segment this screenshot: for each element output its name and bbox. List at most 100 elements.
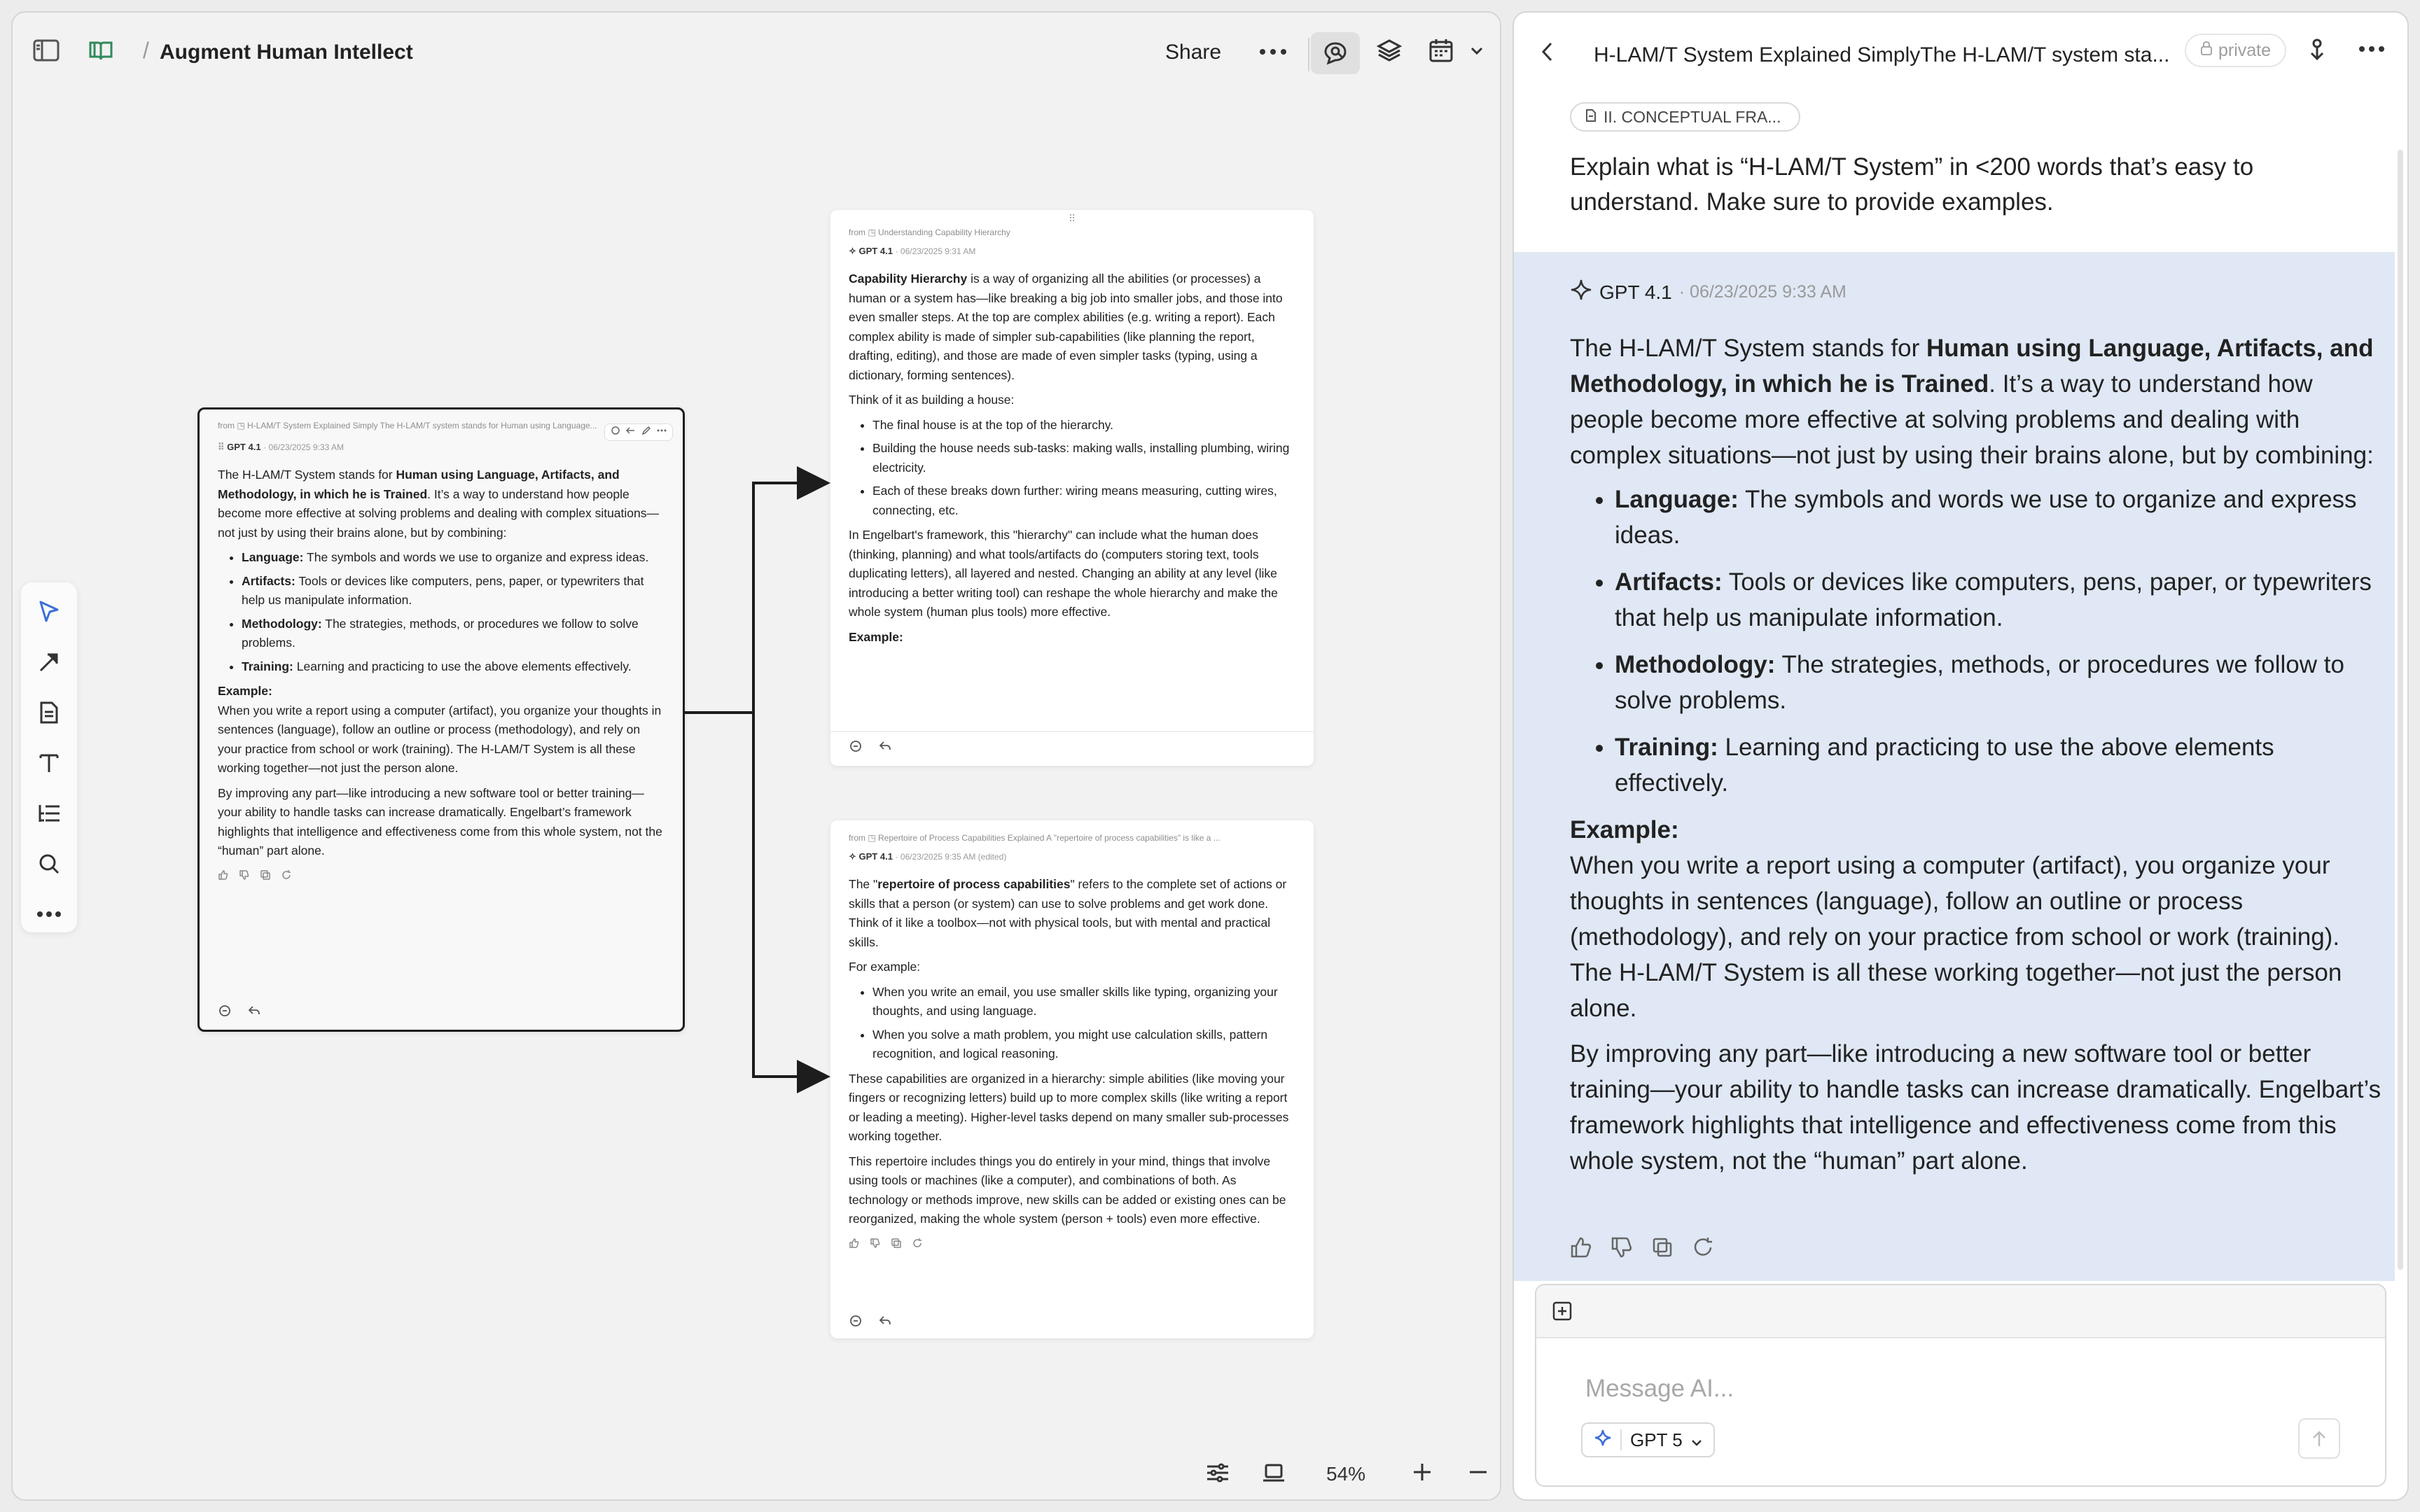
comment-icon[interactable] [218,1004,232,1021]
reply-icon[interactable] [247,1004,261,1021]
example-heading: Example: [849,629,903,644]
card-toolbar [604,424,673,441]
context-chip[interactable]: II. CONCEPTUAL FRA... [1570,102,1801,132]
ai-response-body: The H-LAM/T System stands for Human usin… [1570,330,2388,1179]
divider [1620,1429,1622,1450]
comment-icon[interactable] [849,739,863,757]
example-text: When you write a report using a computer… [218,703,662,776]
plus-icon[interactable] [1412,1462,1433,1486]
message-composer: Message AI... GPT 5 [1535,1284,2386,1487]
zoom-level[interactable]: 54% [1326,1463,1365,1485]
connector-to-repertoire[interactable] [752,713,830,1093]
card-footer [849,739,892,757]
card-intro: The H-LAM/T System stands for Human usin… [218,468,659,540]
card-text: For example: [849,960,921,974]
sparkle-icon [1570,279,1592,306]
card-source[interactable]: from ◳ H-LAM/T System Explained Simply T… [218,421,665,430]
timestamp: · 06/23/2025 9:35 AM (edited) [895,852,1007,862]
chat-title[interactable]: H-LAM/T System Explained SimplyThe H-LAM… [1594,43,2175,67]
copy-icon[interactable] [260,869,271,884]
chat-panel: H-LAM/T System Explained SimplyThe H-LAM… [1512,11,2409,1501]
sparkle-icon: ✧ [849,851,859,862]
card-list: When you write an email, you use smaller… [872,983,1295,1064]
composer-toolbar [1536,1285,2385,1338]
edit-icon[interactable] [641,426,651,439]
model-select[interactable]: GPT 5 [1581,1422,1715,1457]
list-item: When you write an email, you use smaller… [872,983,1295,1021]
thumbs-up-icon[interactable] [1570,1236,1592,1262]
card-meta: ✧ GPT 4.1 · 06/23/2025 9:31 AM [849,246,1295,257]
list-item: Artifacts: Tools or devices like compute… [242,572,665,610]
sliders-icon[interactable] [1206,1462,1230,1488]
list-item: Training: Learning and practicing to use… [1615,729,2388,801]
card-repertoire[interactable]: from ◳ Repertoire of Process Capabilitie… [830,820,1314,1338]
list-item: Language: The symbols and words we use t… [1615,482,2388,553]
card-meta: ✧ GPT 4.1 · 06/23/2025 9:35 AM (edited) [849,851,1295,862]
card-footer [218,1004,261,1021]
copy-icon[interactable] [1651,1236,1674,1262]
example-heading: Example: [218,684,272,698]
thumbs-up-icon[interactable] [218,869,229,884]
reply-icon[interactable] [878,1314,892,1331]
divider [830,731,1314,732]
card-source[interactable]: from ◳ Repertoire of Process Capabilitie… [849,833,1295,843]
card-footer [849,1314,892,1331]
ai-meta: GPT 4.1 · 06/23/2025 9:33 AM [1570,279,1847,306]
ai-response: GPT 4.1 · 06/23/2025 9:33 AM The H-LAM/T… [1514,252,2395,1281]
connector-to-capability[interactable] [683,466,830,714]
refresh-icon[interactable] [281,869,292,884]
thumbs-down-icon[interactable] [239,869,250,884]
card-hlamt[interactable]: from ◳ H-LAM/T System Explained Simply T… [197,407,685,1032]
card-text: Think of it as building a house: [849,393,1015,407]
add-context-icon[interactable] [1552,1301,1573,1325]
refresh-icon[interactable] [1692,1236,1714,1262]
comment-icon[interactable] [849,1314,863,1331]
minus-icon[interactable] [1468,1462,1489,1486]
reaction-bar [218,869,665,884]
laptop-icon[interactable] [1262,1462,1286,1488]
list-item: Methodology: The strategies, methods, or… [1615,647,2388,718]
card-intro: The "repertoire of process capabilities"… [849,877,1287,949]
zoom-controls: 54% [1189,1452,1497,1491]
example-text: When you write a report using a computer… [1570,852,2342,1022]
thumbs-down-icon[interactable] [1611,1236,1633,1262]
card-list: Language: The symbols and words we use t… [242,548,665,676]
drag-handle-icon[interactable]: ⠿ [849,213,1295,225]
message-input[interactable]: Message AI... [1585,1375,1734,1403]
card-source[interactable]: from ◳ Understanding Capability Hierarch… [849,227,1295,237]
share-icon[interactable] [2307,35,2328,66]
reaction-bar [849,1238,1295,1252]
timestamp: · 06/23/2025 9:33 AM [263,442,344,452]
more-icon[interactable] [657,426,667,439]
refresh-icon[interactable] [912,1238,923,1252]
list-item: Training: Learning and practicing to use… [242,657,665,677]
document-icon [1585,108,1597,127]
model-select-label: GPT 5 [1630,1429,1683,1450]
reply-icon[interactable] [878,739,892,757]
thumbs-up-icon[interactable] [849,1238,860,1252]
list-item: When you solve a math problem, you might… [872,1026,1295,1064]
back-icon[interactable] [1539,41,1556,66]
sparkle-icon: ✧ [849,246,859,256]
feedback-bar [1570,1236,1714,1262]
private-badge[interactable]: private [2185,34,2287,67]
canvas-pane[interactable]: / Augment Human Intellect Share from ◳ H… [11,11,1501,1501]
model-label: GPT 4.1 [227,442,261,452]
copy-icon[interactable] [891,1238,902,1252]
list-item: Methodology: The strategies, methods, or… [242,615,665,653]
thumbs-down-icon[interactable] [870,1238,881,1252]
card-text: This repertoire includes things you do e… [849,1154,1286,1226]
more-icon[interactable] [2358,43,2385,56]
model-label: GPT 4.1 [858,246,893,256]
sparkle-icon [1594,1429,1612,1452]
card-capability-hierarchy[interactable]: ⠿ from ◳ Understanding Capability Hierar… [830,210,1314,766]
send-button[interactable] [2298,1418,2340,1459]
drag-handle-icon[interactable]: ⠿ [218,442,227,452]
chat-icon[interactable] [611,426,620,439]
reply-icon[interactable] [625,426,636,439]
closing-text: By improving any part—like introducing a… [1570,1040,2381,1175]
model-label: GPT 4.1 [1599,281,1672,303]
scrollbar[interactable] [2398,150,2403,1270]
example-heading: Example: [1570,816,1679,844]
card-intro: Capability Hierarchy is a way of organiz… [849,272,1283,382]
